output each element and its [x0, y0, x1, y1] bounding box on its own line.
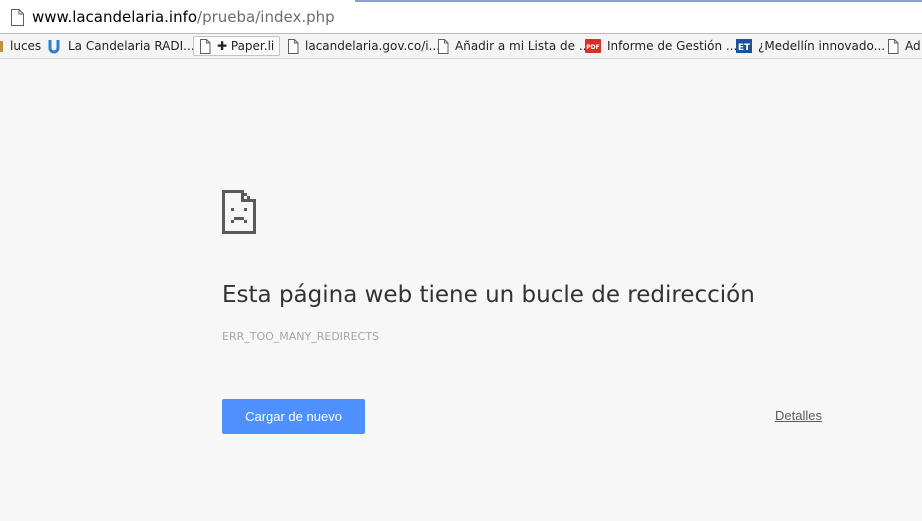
reload-button[interactable]: Cargar de nuevo — [222, 399, 365, 434]
omnibox[interactable]: www.lacandelaria.info/prueba/index.php — [0, 0, 922, 34]
bookmark-label: ¿Medellín innovado... — [758, 39, 886, 53]
page-icon — [438, 38, 449, 54]
et-icon: ET — [736, 39, 752, 53]
tab-strip-edge — [355, 0, 922, 2]
bookmark-medellin-innovado[interactable]: ET ¿Medellín innovado... — [736, 36, 885, 56]
et-icon-label: ET — [738, 43, 751, 53]
details-link[interactable]: Detalles — [775, 408, 822, 423]
bookmark-label: lacandelaria.gov.co/i... — [305, 39, 441, 53]
bookmark-label: Ad — [905, 39, 921, 53]
error-title: Esta página web tiene un bucle de redire… — [222, 282, 755, 308]
bookmark-ad[interactable]: Ad — [887, 36, 921, 56]
url-host: www.lacandelaria.info — [32, 8, 198, 26]
bookmark-label: luces — [10, 39, 42, 53]
page-icon — [288, 38, 299, 54]
cut-off-favicon — [0, 41, 3, 52]
bookmark-la-candelaria-radio[interactable]: La Candelaria RADI... — [46, 36, 195, 56]
bookmark-luces[interactable]: luces — [0, 36, 41, 56]
sad-page-icon — [222, 190, 256, 234]
bookmark-paper-li[interactable]: ✚ Paper.li — [193, 36, 281, 56]
url-path: /prueba/index.php — [197, 8, 335, 26]
pdf-icon-label: PDF — [586, 44, 599, 51]
u-logo-icon — [48, 40, 60, 54]
bookmark-label: ✚ Paper.li — [217, 39, 275, 53]
url-text[interactable]: www.lacandelaria.info/prueba/index.php — [32, 8, 335, 26]
bookmarks-bar: luces La Candelaria RADI... ✚ Paper.li l… — [0, 34, 922, 59]
error-code: ERR_TOO_MANY_REDIRECTS — [222, 330, 380, 343]
page-icon — [11, 9, 24, 26]
bookmark-label: La Candelaria RADI... — [68, 39, 195, 53]
bookmark-informe-gestion[interactable]: PDF Informe de Gestión ... — [585, 36, 737, 56]
bookmark-anadir-lista[interactable]: Añadir a mi Lista de ... — [437, 36, 590, 56]
pdf-icon: PDF — [585, 39, 601, 53]
bookmark-label: Informe de Gestión ... — [607, 39, 738, 53]
page-icon — [888, 38, 899, 54]
bookmark-label: Añadir a mi Lista de ... — [455, 39, 591, 53]
page-icon — [200, 38, 211, 54]
bookmark-lacandelaria-gov[interactable]: lacandelaria.gov.co/i... — [287, 36, 440, 56]
